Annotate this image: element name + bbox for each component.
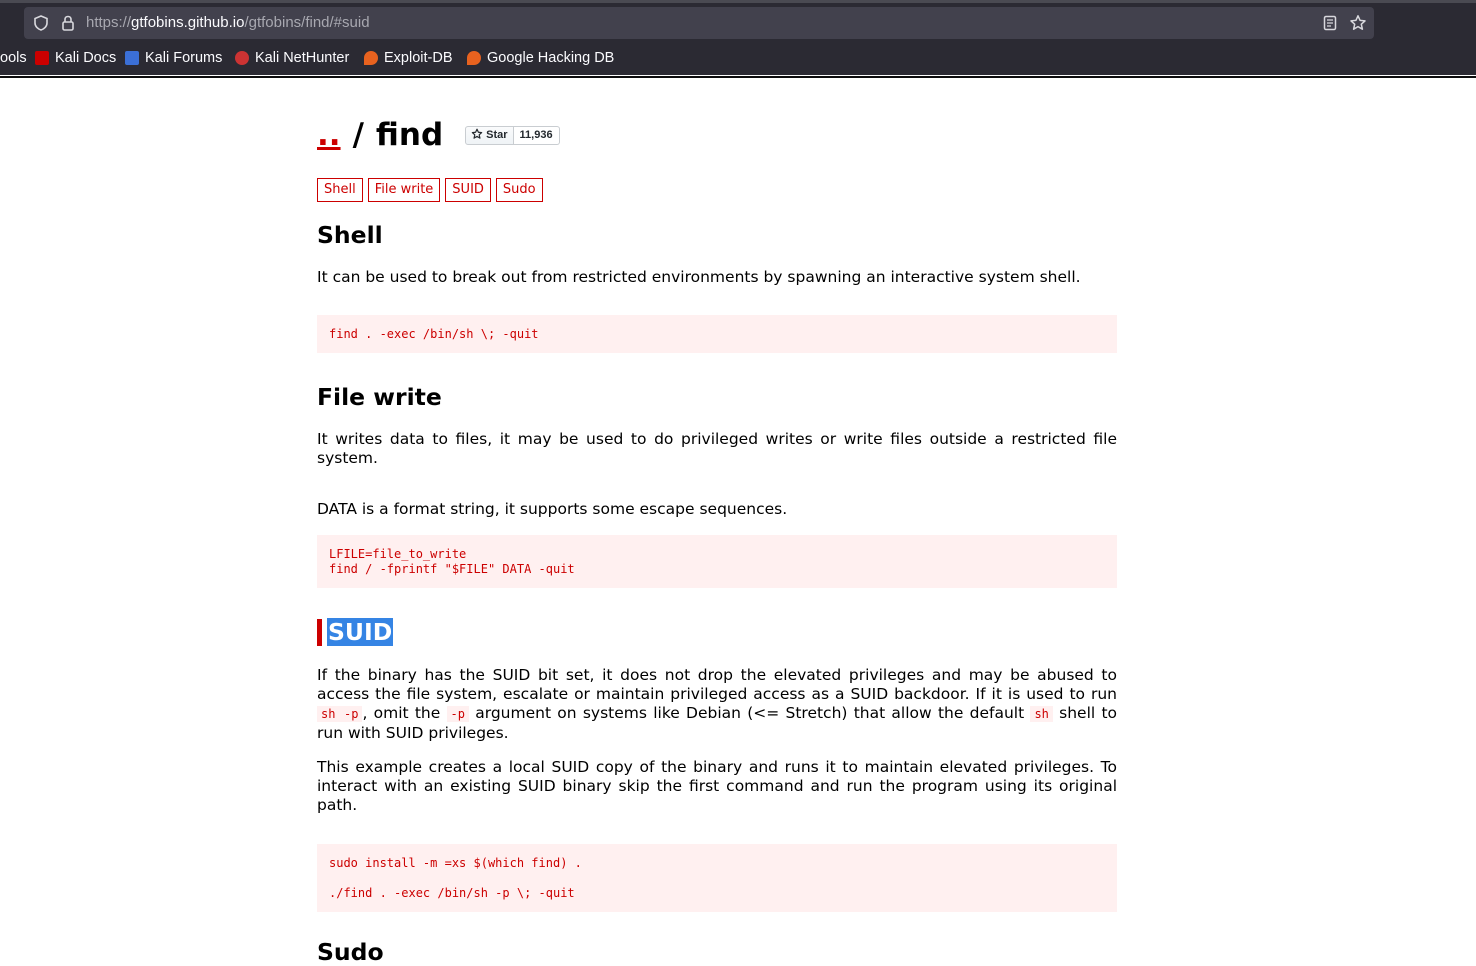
bookmark-label: Kali Docs	[55, 50, 117, 66]
parent-link[interactable]: ..	[317, 117, 341, 153]
suid-description: If the binary has the SUID bit set, it d…	[317, 666, 1117, 743]
function-tags: Shell File write SUID Sudo	[317, 178, 543, 202]
file-write-heading: File write	[317, 383, 442, 411]
suid-desc-part: If the binary has the SUID bit set, it d…	[317, 666, 1117, 703]
url-text[interactable]: https://gtfobins.github.io/gtfobins/find…	[86, 7, 370, 39]
browser-chrome: https://gtfobins.github.io/gtfobins/find…	[0, 0, 1476, 78]
url-scheme: https://	[86, 14, 132, 31]
url-bar[interactable]: https://gtfobins.github.io/gtfobins/find…	[24, 7, 1374, 39]
star-icon	[471, 128, 483, 143]
suid-heading: SUID	[317, 618, 394, 646]
bookmark-star-icon[interactable]	[1349, 14, 1367, 32]
star-button[interactable]: Star	[465, 125, 514, 145]
bookmark-label: Kali NetHunter	[255, 50, 350, 66]
bookmark-label: Exploit-DB	[384, 50, 453, 66]
star-label: Star	[486, 129, 508, 141]
shell-heading: Shell	[317, 221, 383, 249]
page-title: .. / find	[317, 117, 443, 153]
google-hacking-db-icon	[467, 51, 481, 65]
bookmark-kali-docs[interactable]: Kali Docs	[35, 41, 116, 75]
inline-code-sh: sh	[1030, 706, 1053, 722]
lock-icon[interactable]	[59, 14, 77, 32]
suid-code-block: sudo install -m =xs $(which find) . ./fi…	[317, 844, 1117, 912]
bookmark-tools[interactable]: ools	[0, 41, 27, 75]
shell-code-block: find . -exec /bin/sh \; -quit	[317, 315, 1117, 353]
chrome-divider	[0, 76, 1476, 78]
star-count[interactable]: 11,936	[513, 125, 560, 145]
binary-name: find	[375, 117, 444, 153]
tag-file-write[interactable]: File write	[367, 178, 441, 202]
title-separator: /	[352, 117, 364, 153]
suid-heading-text: SUID	[327, 618, 394, 646]
suid-desc-part: , omit the	[362, 704, 447, 722]
file-write-description: It writes data to files, it may be used …	[317, 430, 1117, 467]
tag-sudo[interactable]: Sudo	[495, 178, 543, 202]
tag-suid[interactable]: SUID	[445, 178, 491, 202]
shield-icon[interactable]	[32, 14, 50, 32]
bookmark-kali-forums[interactable]: Kali Forums	[125, 41, 222, 75]
tag-shell[interactable]: Shell	[317, 178, 363, 202]
bookmark-label: Google Hacking DB	[487, 50, 615, 66]
bookmark-kali-nethunter[interactable]: Kali NetHunter	[235, 41, 349, 75]
inline-code-sh-p: sh -p	[317, 706, 363, 722]
kali-forums-icon	[125, 51, 139, 65]
bookmarks-toolbar: ools Kali Docs Kali Forums Kali NetHunte…	[0, 41, 1476, 75]
kali-nethunter-icon	[235, 51, 249, 65]
exploit-db-icon	[364, 51, 378, 65]
bookmark-exploit-db[interactable]: Exploit-DB	[364, 41, 453, 75]
kali-docs-icon	[35, 51, 49, 65]
bookmark-google-hacking-db[interactable]: Google Hacking DB	[467, 41, 614, 75]
inline-code-p: -p	[446, 706, 469, 722]
file-write-data-note: DATA is a format string, it supports som…	[317, 500, 788, 518]
shell-description: It can be used to break out from restric…	[317, 268, 1081, 286]
suid-desc-part: argument on systems like Debian (<= Stre…	[469, 704, 1031, 722]
url-host: gtfobins.github.io	[131, 14, 245, 31]
reader-view-icon[interactable]	[1321, 14, 1339, 32]
section-marker	[317, 618, 322, 646]
suid-example-description: This example creates a local SUID copy o…	[317, 758, 1117, 814]
sudo-heading: Sudo	[317, 938, 384, 966]
title-row: .. / find Star 11,936	[317, 113, 560, 157]
bookmark-label: ools	[0, 50, 27, 66]
url-path: /gtfobins/find/#suid	[244, 14, 370, 31]
github-star-widget: Star 11,936	[465, 125, 560, 145]
bookmark-label: Kali Forums	[145, 50, 223, 66]
file-write-code-block: LFILE=file_to_write find / -fprintf "$FI…	[317, 535, 1117, 588]
